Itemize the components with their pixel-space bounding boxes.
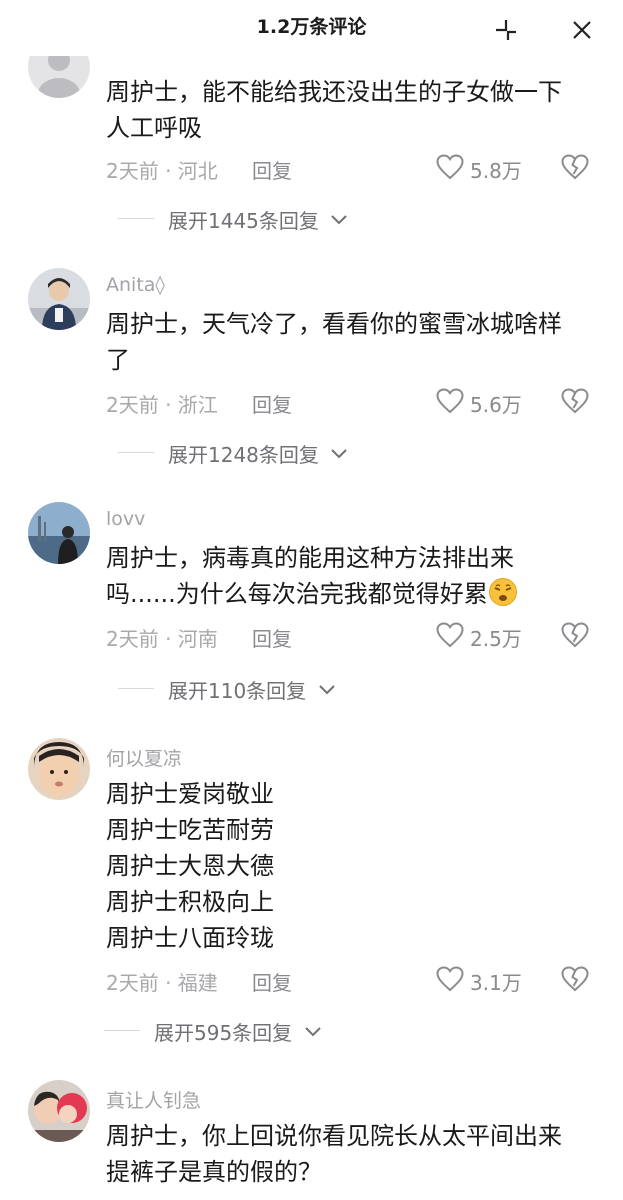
comment-username[interactable]: 真让人钊急 <box>106 1086 201 1113</box>
comment-text-line: 周护士八面玲珑 <box>106 924 274 952</box>
dislike-button[interactable] <box>561 620 593 652</box>
divider <box>118 452 154 453</box>
reply-button[interactable]: 回复 <box>252 389 292 418</box>
comment-username[interactable]: lovv <box>106 508 145 530</box>
comment-username[interactable]: Anita◊ <box>106 274 165 296</box>
chevron-down-icon <box>331 215 347 225</box>
expand-replies-label: 展开1248条回复 <box>168 443 319 467</box>
expand-replies-label: 展开110条回复 <box>168 679 307 703</box>
comment-text-line: 周护士大恩大德 <box>106 852 274 880</box>
expand-replies-label: 展开1445条回复 <box>168 209 319 233</box>
comment-text-line: 周护士，天气冷了，看看你的蜜雪冰城啥样 <box>106 310 562 338</box>
comment-text: 周护士，病毒真的能用这种方法排出来 吗......为什么每次治完我都觉得好累 <box>106 540 601 612</box>
heart-icon <box>436 388 464 414</box>
comment-count-title: 1.2万条评论 <box>256 16 367 38</box>
comment-text-line: 周护士吃苦耐劳 <box>106 816 274 844</box>
comment-text: 周护士爱岗敬业 周护士吃苦耐劳 周护士大恩大德 周护士积极向上 周护士八面玲珑 <box>106 776 601 956</box>
heart-icon <box>436 154 464 180</box>
comment-username[interactable]: 何以夏凉 <box>106 744 182 771</box>
comment-text-line: 周护士，能不能给我还没出生的子女做一下 <box>106 78 562 106</box>
dislike-button[interactable] <box>561 964 593 996</box>
comment-meta: 2天前 · 浙江 回复 5.6万 <box>106 386 601 418</box>
reply-button[interactable]: 回复 <box>252 967 292 996</box>
like-count: 5.6万 <box>470 393 522 417</box>
like-count: 2.5万 <box>470 627 522 651</box>
divider <box>104 1030 140 1031</box>
divider <box>118 688 154 689</box>
dislike-button[interactable] <box>561 386 593 418</box>
comment-text-line: 周护士爱岗敬业 <box>106 780 274 808</box>
comment-meta: 2天前 · 河南 回复 2.5万 <box>106 620 601 652</box>
comment-text-line: 周护士积极向上 <box>106 888 274 916</box>
avatar[interactable] <box>28 1080 90 1142</box>
avatar[interactable] <box>28 268 90 330</box>
comment-time-location: 2天前 · 福建 <box>106 971 218 995</box>
reply-button[interactable]: 回复 <box>252 155 292 184</box>
divider <box>118 218 154 219</box>
comment-text-line: 人工呼吸 <box>106 114 202 142</box>
comment-text-line: 提裤子是真的假的？ <box>106 1158 322 1186</box>
close-button[interactable] <box>568 16 596 44</box>
chevron-down-icon <box>319 685 335 695</box>
comment-text: 周护士，天气冷了，看看你的蜜雪冰城啥样 了 <box>106 306 601 378</box>
comment-text-line: 了 <box>106 346 130 374</box>
comment-time-location: 2天前 · 河北 <box>106 159 218 183</box>
comments-panel: 周护士，能不能给我还没出生的子女做一下 人工呼吸 2天前 · 河北 回复 5.8… <box>0 0 623 1200</box>
comment-text: 周护士，你上回说你看见院长从太平间出来 提裤子是真的假的？ <box>106 1118 601 1190</box>
expand-replies-label: 展开595条回复 <box>154 1021 293 1045</box>
close-icon <box>573 21 591 39</box>
comment-time-location: 2天前 · 浙江 <box>106 393 218 417</box>
tired-face-emoji <box>488 578 517 606</box>
comment-text-line: 周护士，病毒真的能用这种方法排出来 <box>106 544 514 572</box>
comment-text-line: 吗......为什么每次治完我都觉得好累 <box>106 576 601 612</box>
collapse-icon <box>496 20 516 40</box>
panel-header: 1.2万条评论 <box>0 0 623 56</box>
dislike-button[interactable] <box>561 152 593 184</box>
like-count: 5.8万 <box>470 159 522 183</box>
avatar[interactable] <box>28 738 90 800</box>
comment-text: 周护士，能不能给我还没出生的子女做一下 人工呼吸 <box>106 74 601 146</box>
like-count: 3.1万 <box>470 971 522 995</box>
avatar[interactable] <box>28 502 90 564</box>
reply-button[interactable]: 回复 <box>252 623 292 652</box>
chevron-down-icon <box>305 1027 321 1037</box>
heart-icon <box>436 966 464 992</box>
comment-text-fragment: 吗......为什么每次治完我都觉得好累 <box>106 580 488 608</box>
comment-text-line: 周护士，你上回说你看见院长从太平间出来 <box>106 1122 562 1150</box>
heart-icon <box>436 622 464 648</box>
comment-meta: 2天前 · 福建 回复 3.1万 <box>106 964 601 996</box>
comment-meta: 2天前 · 河北 回复 5.8万 <box>106 152 601 184</box>
collapse-button[interactable] <box>492 16 520 44</box>
broken-heart-icon <box>561 154 589 180</box>
broken-heart-icon <box>561 622 589 648</box>
chevron-down-icon <box>331 449 347 459</box>
broken-heart-icon <box>561 966 589 992</box>
broken-heart-icon <box>561 388 589 414</box>
comment-time-location: 2天前 · 河南 <box>106 627 218 651</box>
